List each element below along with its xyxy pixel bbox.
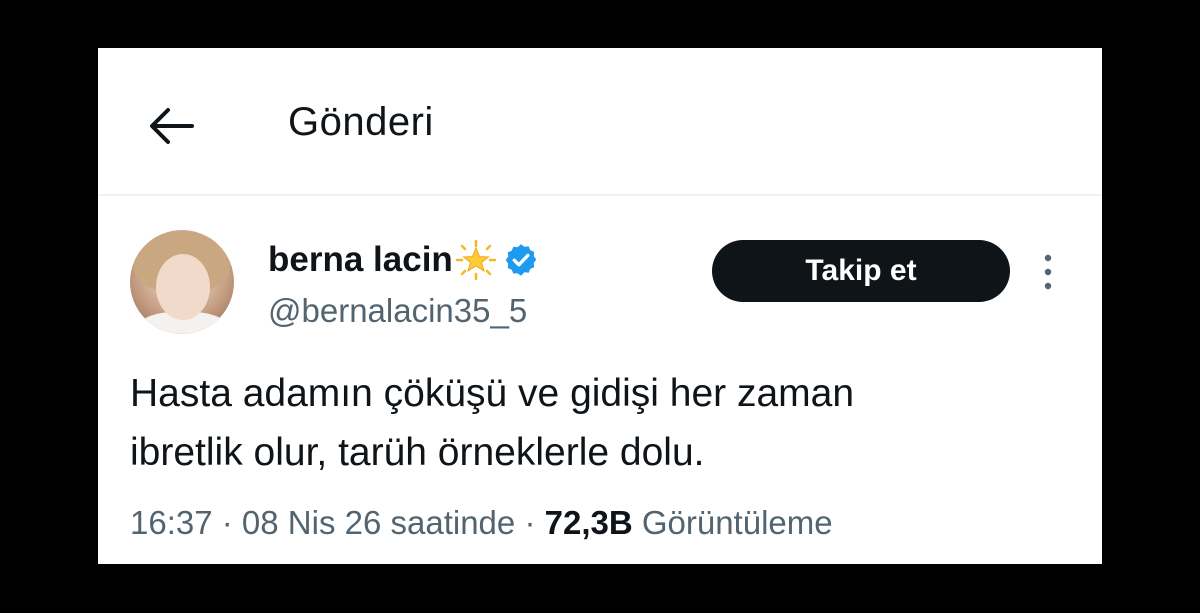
tweet-text: Hasta adamın çöküşü ve gidişi her zaman … — [130, 364, 1070, 482]
arrow-left-icon[interactable] — [148, 106, 194, 146]
views-count: 72,3B — [544, 504, 633, 541]
star-icon — [455, 240, 497, 280]
author-name[interactable]: berna lacin — [268, 240, 453, 280]
page-header: Gönderi — [98, 48, 1102, 196]
verified-badge-icon — [505, 244, 537, 276]
meta-separator: · — [515, 504, 545, 541]
author-handle[interactable]: @bernalacin35_5 — [268, 292, 527, 330]
follow-button[interactable]: Takip et — [712, 240, 1010, 302]
tweet-time[interactable]: 16:37 — [130, 504, 213, 541]
meta-separator: · — [212, 504, 242, 541]
tweet-text-line: Hasta adamın çöküşü ve gidişi her zaman — [130, 372, 855, 415]
tweet-date[interactable]: 08 Nis 26 saatinde — [242, 504, 515, 541]
views-label: Görüntüleme — [641, 504, 833, 541]
more-vertical-icon[interactable] — [1038, 252, 1058, 292]
author-name-row: berna lacin — [268, 238, 539, 282]
tweet-text-line: ibretlik olur, tarüh örneklerle dolu. — [130, 431, 705, 474]
post-card: Gönderi berna lacin @bernalacin35_5 Taki… — [98, 48, 1102, 564]
page-title: Gönderi — [288, 100, 434, 144]
avatar[interactable] — [130, 230, 234, 334]
tweet-meta: 16:37 · 08 Nis 26 saatinde · 72,3B Görün… — [130, 504, 833, 542]
